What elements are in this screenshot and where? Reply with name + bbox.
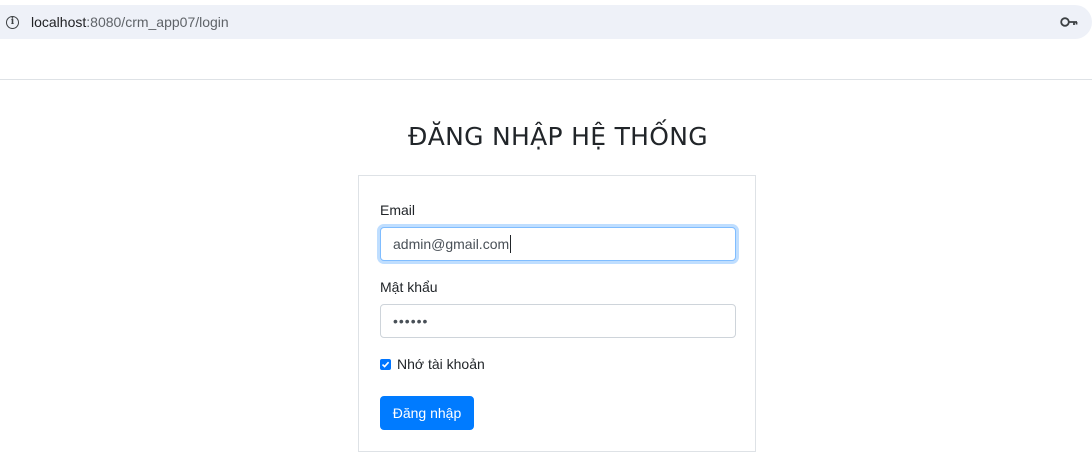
url-host: localhost xyxy=(31,14,87,30)
url-path: :8080/crm_app07/login xyxy=(86,14,229,30)
page-title: ĐĂNG NHẬP HỆ THỐNG xyxy=(408,122,708,151)
email-field[interactable]: admin@gmail.com xyxy=(380,227,736,261)
login-button[interactable]: Đăng nhập xyxy=(380,396,474,430)
key-icon[interactable] xyxy=(1060,14,1078,30)
email-label: Email xyxy=(380,202,416,218)
remember-me[interactable]: Nhớ tài khoản xyxy=(380,356,485,372)
text-caret xyxy=(510,235,512,253)
password-label: Mật khẩu xyxy=(380,279,438,295)
remember-label: Nhớ tài khoản xyxy=(397,356,485,372)
password-field[interactable]: •••••• xyxy=(380,304,736,338)
header-divider xyxy=(0,79,1092,80)
password-value: •••••• xyxy=(393,313,429,329)
url-text[interactable]: localhost:8080/crm_app07/login xyxy=(31,14,229,30)
info-icon[interactable]: i xyxy=(6,15,19,29)
check-icon xyxy=(381,361,390,368)
email-value: admin@gmail.com xyxy=(393,236,510,252)
login-card: Email admin@gmail.com Mật khẩu •••••• Nh… xyxy=(358,175,756,452)
remember-checkbox[interactable] xyxy=(380,358,391,370)
address-bar[interactable]: i localhost:8080/crm_app07/login xyxy=(0,5,1092,39)
